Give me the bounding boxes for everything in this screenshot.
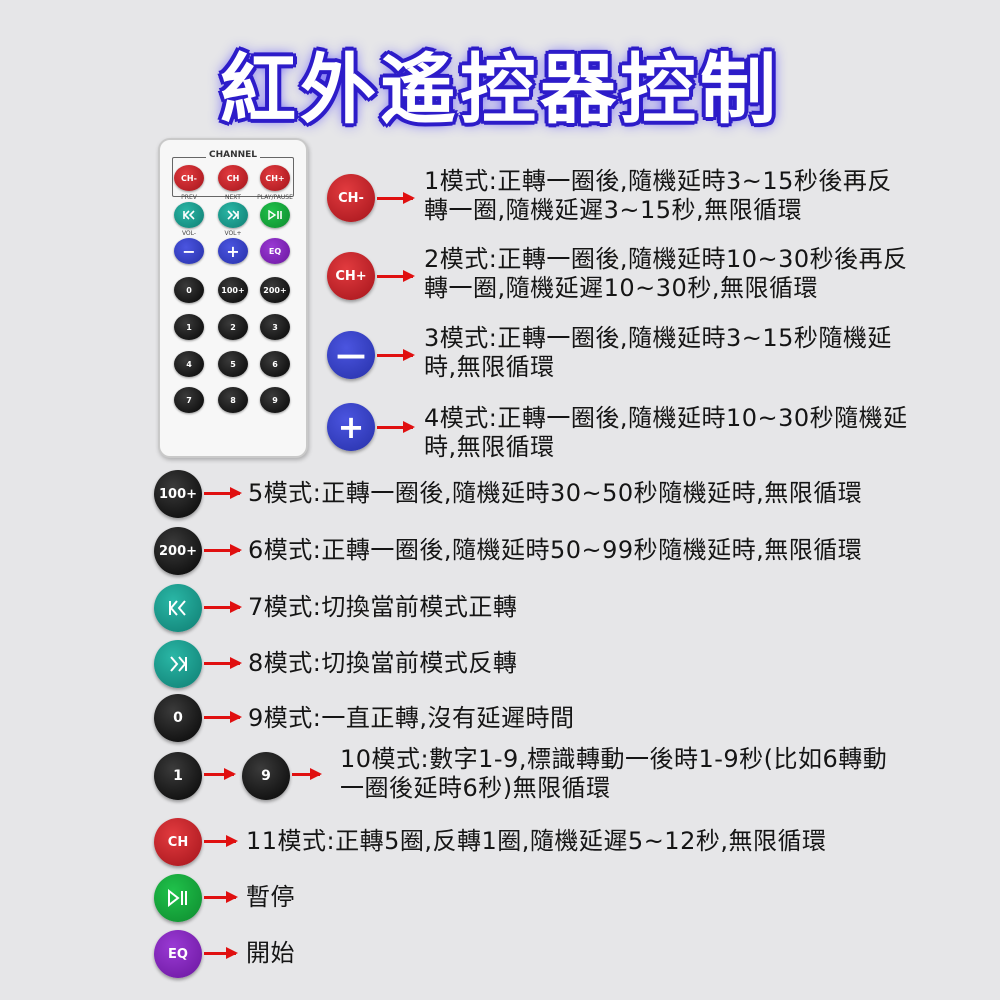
remote-sub-label: NEXT	[225, 194, 241, 201]
arrow	[204, 487, 242, 499]
prev-icon	[183, 210, 195, 220]
arrow	[377, 349, 415, 361]
start-description: 開始	[246, 939, 295, 967]
mode-8-description: 8模式:切換當前模式反轉	[248, 649, 518, 677]
play-pause-icon	[268, 210, 282, 220]
prev-button	[154, 584, 202, 632]
100-plus-button: 100+	[154, 470, 202, 518]
arrow	[204, 601, 242, 613]
ch-button: CH	[154, 818, 202, 866]
arrow	[204, 544, 242, 556]
eq-button: EQ	[154, 930, 202, 978]
remote-ch-plus-button: CH+	[260, 165, 290, 191]
plus-button: +	[327, 403, 375, 451]
remote-4-button: 4	[174, 351, 204, 377]
arrow	[204, 891, 238, 903]
mode-5-description: 5模式:正轉一圈後,隨機延時30~50秒隨機延時,無限循環	[248, 479, 863, 507]
remote-sub-label: VOL-	[181, 230, 197, 237]
arrow	[204, 947, 238, 959]
mode-10-description: 10模式:數字1-9,標識轉動一後時1-9秒(比如6轉動 一圈後延時6秒)無限循…	[340, 745, 888, 802]
zero-button: 0	[154, 694, 202, 742]
remote-1-button: 1	[174, 314, 204, 340]
remote-sub-label: PLAY/PAUSE	[257, 194, 293, 201]
arrow	[377, 270, 415, 282]
remote-ch-minus-button: CH-	[174, 165, 204, 191]
mode-1-description: 1模式:正轉一圈後,隨機延時3~15秒後再反 轉一圈,隨機延遲3~15秒,無限循…	[424, 167, 892, 224]
remote-play-pause-button	[260, 202, 290, 228]
pause-description: 暫停	[246, 883, 295, 911]
ch-minus-button: CH-	[327, 174, 375, 222]
remote-eq-button: EQ	[260, 238, 290, 264]
remote-0-button: 0	[174, 277, 204, 303]
remote-3-button: 3	[260, 314, 290, 340]
remote-2-button: 2	[218, 314, 248, 340]
mode-11-description: 11模式:正轉5圈,反轉1圈,隨機延遲5~12秒,無限循環	[246, 827, 827, 855]
page-title: 紅外遙控器控制	[220, 45, 780, 134]
arrow	[204, 657, 242, 669]
remote-100-button: 100+	[218, 277, 248, 303]
nine-button: 9	[242, 752, 290, 800]
remote-plus-button: +	[218, 238, 248, 264]
arrow	[204, 768, 236, 780]
remote-200-button: 200+	[260, 277, 290, 303]
remote-9-button: 9	[260, 387, 290, 413]
channel-label: CHANNEL	[205, 150, 261, 160]
remote-sub-label: PREV	[181, 194, 197, 201]
arrow	[204, 835, 238, 847]
remote-5-button: 5	[218, 351, 248, 377]
next-icon	[227, 210, 239, 220]
remote-next-button	[218, 202, 248, 228]
next-icon	[170, 656, 187, 672]
prev-icon	[169, 600, 186, 616]
one-button: 1	[154, 752, 202, 800]
minus-button: —	[327, 331, 375, 379]
remote-minus-button: −	[174, 238, 204, 264]
mode-4-description: 4模式:正轉一圈後,隨機延時10~30秒隨機延 時,無限循環	[424, 404, 908, 461]
arrow	[377, 421, 415, 433]
play-pause-icon	[168, 889, 187, 907]
remote-7-button: 7	[174, 387, 204, 413]
remote-ch-button: CH	[218, 165, 248, 191]
remote-sub-label: VOL+	[224, 230, 242, 237]
mode-7-description: 7模式:切換當前模式正轉	[248, 593, 518, 621]
arrow	[377, 192, 415, 204]
remote-8-button: 8	[218, 387, 248, 413]
next-button	[154, 640, 202, 688]
remote-control: CHANNEL CH- CH CH+ PREV NEXT PLAY/PAUSE …	[158, 138, 308, 458]
ch-plus-button: CH+	[327, 252, 375, 300]
200-plus-button: 200+	[154, 527, 202, 575]
play-pause-button	[154, 874, 202, 922]
mode-2-description: 2模式:正轉一圈後,隨機延時10~30秒後再反 轉一圈,隨機延遲10~30秒,無…	[424, 245, 908, 302]
remote-prev-button	[174, 202, 204, 228]
remote-6-button: 6	[260, 351, 290, 377]
mode-3-description: 3模式:正轉一圈後,隨機延時3~15秒隨機延 時,無限循環	[424, 324, 892, 381]
arrow	[204, 711, 242, 723]
mode-9-description: 9模式:一直正轉,沒有延遲時間	[248, 704, 575, 732]
mode-6-description: 6模式:正轉一圈後,隨機延時50~99秒隨機延時,無限循環	[248, 536, 863, 564]
arrow	[292, 768, 322, 780]
